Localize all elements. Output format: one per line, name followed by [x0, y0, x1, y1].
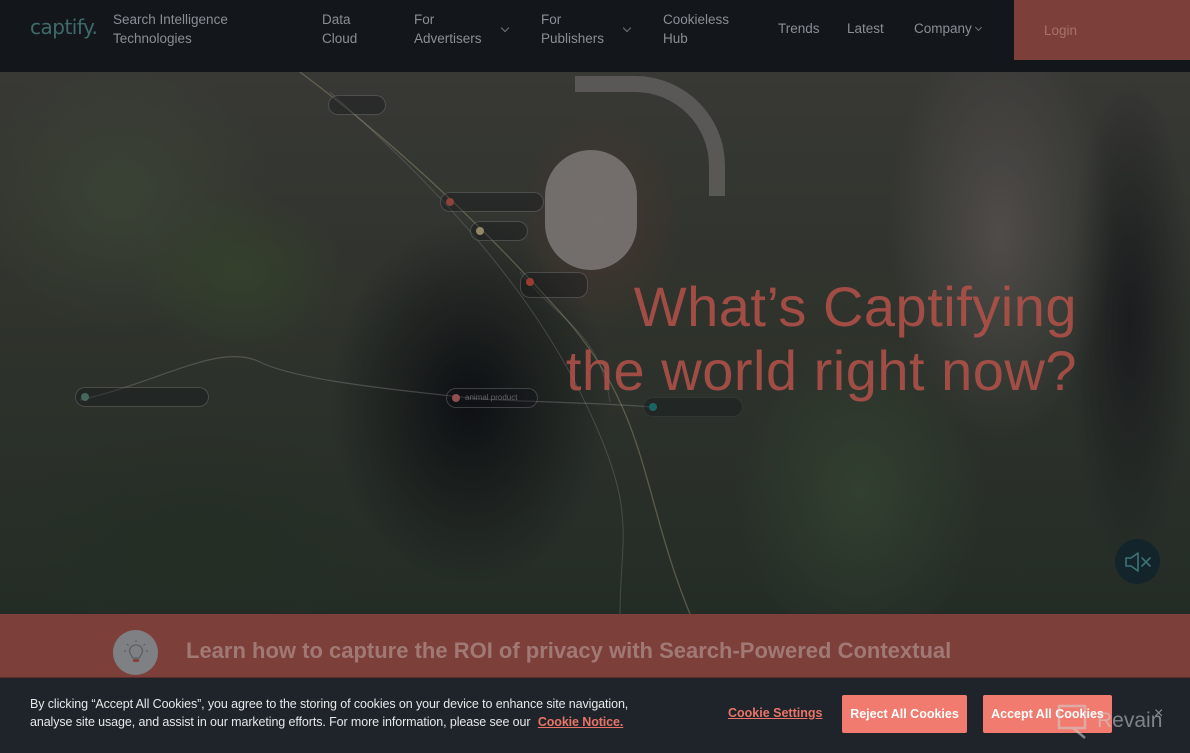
nav-label-line-1: Cookieless	[663, 12, 730, 27]
login-button[interactable]: Login	[1014, 0, 1190, 60]
nav-label-line-2: Hub	[663, 31, 688, 46]
nav-label-line-1: For	[414, 12, 435, 27]
nav-label-line-2: Publishers	[541, 31, 605, 46]
cookie-settings-link[interactable]: Cookie Settings	[728, 706, 822, 720]
nav-label-line-1: Data	[322, 12, 351, 27]
cookie-consent-banner: By clicking “Accept All Cookies”, you ag…	[0, 678, 1190, 753]
chevron-down-icon[interactable]	[622, 23, 632, 33]
watermark-text: Revain	[1097, 709, 1163, 732]
tagline: Search Intelligence Technologies	[113, 10, 263, 48]
lightbulb-icon	[113, 630, 158, 675]
promo-text: Learn how to capture the ROI of privacy …	[186, 638, 952, 663]
nav-cookieless-hub[interactable]: Cookieless Hub	[663, 10, 729, 48]
nav-label-line-2: Cloud	[322, 31, 358, 46]
nav-latest[interactable]: Latest	[847, 19, 884, 38]
nav-for-publishers[interactable]: For Publishers	[541, 10, 604, 48]
revain-watermark: Revain	[1055, 702, 1162, 740]
promo-banner: Learn how to capture the ROI of privacy …	[0, 614, 1190, 678]
nav-for-advertisers[interactable]: For Advertisers	[414, 10, 482, 48]
hero-video: animal product What’s Captifying the wor…	[0, 72, 1190, 614]
logo-dot: .	[91, 15, 98, 39]
nav-data-cloud[interactable]: Data Cloud	[322, 10, 357, 48]
nav-label-line-2: Advertisers	[414, 31, 482, 46]
chevron-down-icon[interactable]	[974, 23, 983, 32]
revain-logo-icon	[1057, 704, 1087, 739]
tagline-line-2: Technologies	[113, 31, 192, 46]
cookie-notice-link[interactable]: Cookie Notice.	[538, 715, 624, 729]
headline-line-2: the world right now?	[565, 339, 1077, 402]
promo-link[interactable]: Learn how to capture the ROI of privacy …	[186, 638, 951, 664]
chevron-down-icon[interactable]	[500, 23, 510, 33]
captify-logo[interactable]: captify.	[30, 15, 98, 39]
nav-company[interactable]: Company	[914, 19, 972, 38]
site-header: captify. Search Intelligence Technologie…	[0, 0, 1190, 72]
hero-headline: What’s Captifying the world right now?	[566, 275, 1077, 403]
reject-all-cookies-button[interactable]: Reject All Cookies	[842, 695, 967, 733]
cookie-message: By clicking “Accept All Cookies”, you ag…	[30, 695, 670, 731]
speaker-muted-icon	[1124, 551, 1151, 572]
logo-text: captify	[30, 15, 92, 39]
nav-label-line-1: For	[541, 12, 562, 27]
headline-line-1: What’s Captifying	[633, 275, 1077, 338]
nav-trends[interactable]: Trends	[778, 19, 820, 38]
mute-toggle-button[interactable]	[1115, 539, 1160, 584]
tagline-line-1: Search Intelligence	[113, 12, 228, 27]
